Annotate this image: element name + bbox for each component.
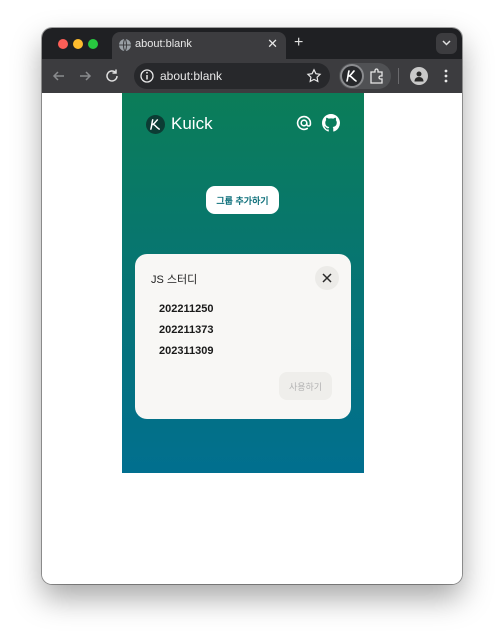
kuick-extension-icon[interactable]	[342, 66, 362, 86]
star-icon[interactable]	[306, 68, 322, 84]
tab-about-blank[interactable]: about:blank ✕	[112, 32, 286, 59]
minimize-window-button[interactable]	[73, 39, 83, 49]
tab-search-button[interactable]	[436, 33, 457, 54]
toolbar-separator	[398, 68, 399, 84]
zoom-window-button[interactable]	[88, 39, 98, 49]
tab-title: about:blank	[135, 38, 192, 50]
tab-strip: about:blank ✕ +	[42, 28, 462, 59]
group-title: JS 스터디	[151, 274, 198, 286]
extensions-area	[339, 63, 391, 89]
kebab-icon[interactable]	[440, 67, 452, 85]
add-group-button[interactable]: 그룹 추가하기	[206, 186, 279, 214]
github-icon[interactable]	[322, 114, 340, 132]
list-item: 202211250	[159, 303, 214, 315]
address-bar[interactable]: about:blank	[134, 63, 330, 89]
close-icon[interactable]: ✕	[267, 36, 278, 52]
puzzle-icon[interactable]	[368, 67, 386, 85]
url-text: about:blank	[160, 69, 223, 83]
new-tab-icon[interactable]: +	[294, 33, 303, 53]
forward-icon[interactable]	[76, 67, 94, 85]
list-item: 202211373	[159, 324, 214, 336]
info-icon[interactable]	[138, 67, 156, 85]
person-icon	[414, 71, 424, 82]
group-card: JS 스터디 202211250 202211373 202311309 사용하…	[135, 254, 351, 419]
globe-icon	[119, 38, 131, 52]
kuick-logo-icon	[346, 70, 357, 82]
list-item: 202311309	[159, 345, 214, 357]
browser-window: about:blank ✕ + about:blank Kuick 그룹 추가하…	[42, 28, 462, 584]
at-icon[interactable]	[296, 115, 312, 131]
member-list: 202211250 202211373 202311309	[159, 302, 213, 365]
close-group-button[interactable]	[315, 266, 339, 290]
kuick-logo-icon	[150, 119, 160, 130]
back-icon[interactable]	[50, 67, 68, 85]
toolbar: about:blank	[42, 59, 462, 93]
extension-popup: Kuick 그룹 추가하기 JS 스터디 202211250 202211373…	[122, 93, 364, 473]
close-window-button[interactable]	[58, 39, 68, 49]
profile-icon[interactable]	[410, 67, 428, 85]
reload-icon[interactable]	[103, 67, 121, 85]
use-button[interactable]: 사용하기	[279, 372, 332, 400]
chevron-down-icon	[442, 40, 451, 46]
brand-name: Kuick	[171, 114, 213, 133]
close-icon	[322, 273, 332, 283]
kuick-logo	[146, 115, 165, 134]
